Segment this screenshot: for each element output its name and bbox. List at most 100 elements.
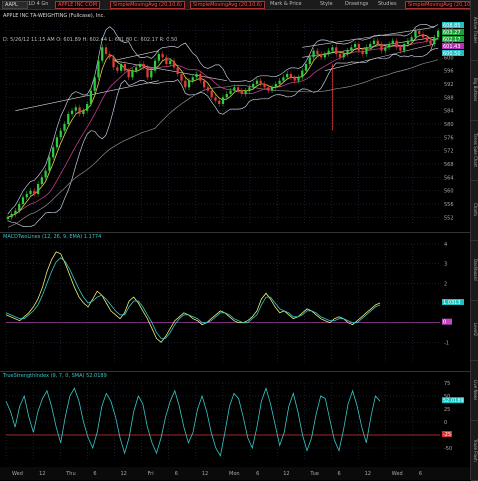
y-tick-label: 3 bbox=[444, 262, 447, 268]
study-label-2[interactable]: SimpleMovingAvg (20,10,6) bbox=[190, 1, 265, 9]
candle-body bbox=[293, 77, 296, 81]
candle-body bbox=[180, 74, 183, 81]
series-line bbox=[5, 251, 381, 343]
candle-body bbox=[153, 60, 157, 71]
right-tab[interactable]: Level2 bbox=[471, 300, 478, 361]
tsi-panel: TrueStrengthIndex (9, 7, 0, SMA) 52.0189… bbox=[0, 371, 470, 480]
candle-body bbox=[301, 70, 304, 78]
right-tab[interactable]: Active Trader bbox=[471, 0, 478, 61]
y-tick-label: 75 bbox=[444, 381, 450, 387]
x-tick-label: Wed bbox=[392, 471, 403, 477]
candle-body bbox=[289, 74, 293, 78]
candle-body bbox=[244, 90, 247, 94]
drawings-button[interactable]: Drawings bbox=[345, 1, 368, 7]
candle-body bbox=[248, 87, 251, 91]
level-tag-label: 0 bbox=[443, 320, 446, 326]
x-tick-label: 12 bbox=[202, 471, 208, 477]
right-tab[interactable]: Live News bbox=[471, 360, 478, 421]
candle-body bbox=[89, 90, 93, 104]
interval-selector[interactable]: 1D 4 Gn bbox=[28, 1, 48, 7]
candle-body bbox=[361, 50, 364, 54]
x-tick-label: Thu bbox=[65, 471, 75, 477]
candle-body bbox=[263, 84, 266, 88]
y-tick-label: 25 bbox=[444, 407, 450, 413]
candle-body bbox=[380, 44, 383, 51]
right-tab[interactable]: Times Sale Chart bbox=[471, 120, 478, 181]
candle-body bbox=[365, 47, 368, 54]
candle-body bbox=[78, 107, 81, 114]
candle-body bbox=[221, 97, 225, 104]
macd-legend: MACDTwoLines (12, 26, 9, EMA) 1.1774 bbox=[3, 234, 101, 240]
candle-body bbox=[270, 87, 274, 91]
y-tick-label: 576 bbox=[444, 135, 454, 141]
candle-body bbox=[286, 74, 289, 78]
candle-body bbox=[44, 170, 47, 178]
ohlc-readout: D: 5/26/12 11:15 AM O: 601.89 H: 602.44 … bbox=[3, 37, 177, 43]
candle-body bbox=[131, 70, 134, 78]
candle-body bbox=[165, 57, 168, 64]
price-tag-label: 608.85 bbox=[443, 23, 461, 29]
y-tick-label: 552 bbox=[444, 215, 454, 221]
candle-body bbox=[218, 100, 221, 104]
y-tick-label: 568 bbox=[444, 162, 454, 168]
y-tick-label: -1 bbox=[444, 340, 449, 346]
x-tick-label: 12 bbox=[365, 471, 371, 477]
candle-body bbox=[101, 47, 104, 61]
candle-body bbox=[63, 124, 66, 131]
macd-panel: MACDTwoLines (12, 26, 9, EMA) 1.1774 4 3 2… bbox=[0, 232, 470, 362]
candle-body bbox=[335, 47, 338, 54]
candle-body bbox=[304, 64, 308, 71]
candle-body bbox=[346, 50, 349, 54]
y-tick-label: -50 bbox=[444, 446, 452, 452]
candle-body bbox=[187, 80, 191, 88]
candle-body bbox=[391, 40, 394, 44]
candle-body bbox=[342, 54, 345, 58]
candle-body bbox=[176, 67, 179, 74]
y-tick-label: 592 bbox=[444, 82, 454, 88]
y-tick-label: 0 bbox=[444, 420, 447, 426]
candle-body bbox=[74, 107, 77, 111]
right-tab[interactable]: Charts bbox=[471, 180, 478, 241]
right-tab[interactable]: Big Buttons bbox=[471, 60, 478, 121]
right-tab[interactable]: Dashboard bbox=[471, 240, 478, 301]
candle-body bbox=[259, 80, 262, 84]
study-label-3[interactable]: SimpleMovingAvg (20,10,6) bbox=[405, 1, 478, 9]
candle-body bbox=[18, 204, 21, 211]
tsi-legend: TrueStrengthIndex (9, 7, 0, SMA) 52.0189 bbox=[2, 373, 107, 379]
candle-body bbox=[82, 110, 85, 114]
level-tag-label: -25 bbox=[443, 432, 451, 438]
trendline bbox=[113, 50, 159, 61]
candle-body bbox=[403, 44, 406, 51]
candle-body bbox=[55, 137, 59, 148]
candle-body bbox=[278, 80, 281, 84]
candle-body bbox=[191, 77, 194, 81]
candle-body bbox=[25, 194, 28, 198]
right-tab-strip: Active Trader Big Buttons Times Sale Chart… bbox=[470, 0, 478, 481]
candle-body bbox=[308, 57, 311, 64]
candle-body bbox=[353, 44, 357, 48]
symbol-selector[interactable]: AAPL bbox=[2, 1, 28, 9]
candle-body bbox=[274, 84, 277, 88]
candle-body bbox=[29, 190, 32, 194]
style-button[interactable]: Style bbox=[320, 1, 333, 7]
candle-body bbox=[202, 80, 206, 88]
mark-button[interactable]: Mark & Price bbox=[270, 1, 302, 7]
candle-body bbox=[123, 64, 127, 71]
candle-body bbox=[108, 54, 111, 58]
x-tick-label: 6 bbox=[256, 471, 259, 477]
candle-body bbox=[387, 44, 391, 48]
candle-body bbox=[93, 77, 96, 91]
candle-body bbox=[395, 40, 398, 48]
candle-body bbox=[146, 67, 149, 78]
y-tick-label: 588 bbox=[444, 95, 454, 101]
candle-body bbox=[429, 40, 432, 44]
right-tab[interactable]: Trade Flash bbox=[471, 420, 478, 481]
study-label-1[interactable]: SimpleMovingAvg (20,10,6) bbox=[110, 1, 185, 9]
studies-button[interactable]: Studies bbox=[378, 1, 397, 7]
candle-body bbox=[112, 57, 115, 68]
candle-body bbox=[172, 60, 176, 68]
candle-body bbox=[236, 87, 240, 91]
x-tick-label: Wed bbox=[12, 471, 23, 477]
candle-body bbox=[135, 67, 138, 71]
y-tick-label: 596 bbox=[444, 69, 454, 75]
